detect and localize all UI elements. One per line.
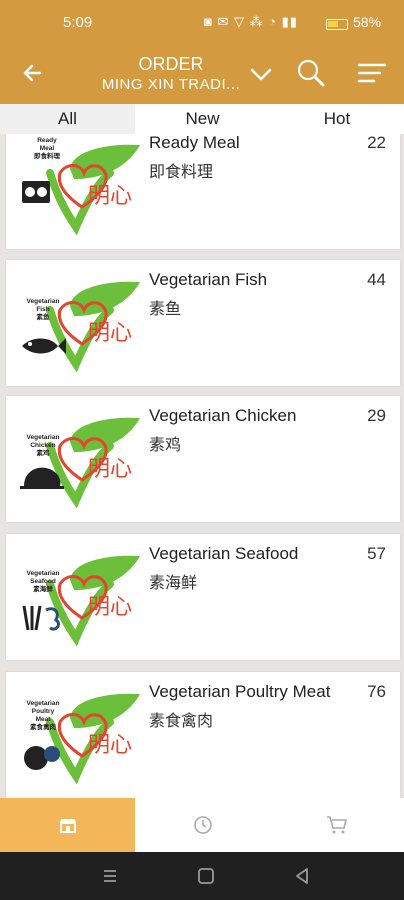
item-count: 22 [367, 134, 386, 152]
category-name: Vegetarian Chicken [149, 406, 297, 425]
item-count: 76 [367, 682, 386, 701]
category-list[interactable]: 明心 Ready Meal 即食料理 Ready Meal 即食料理 22 明心 V… [0, 134, 404, 798]
shop-title[interactable]: ORDER MING XIN TRADI... [96, 54, 246, 93]
item-count: 57 [367, 544, 386, 563]
category-name: Vegetarian Fish [149, 270, 268, 289]
list-item[interactable]: 明心 Vegetarian Chicken 素鸡 Vegetarian Chicke… [6, 396, 400, 522]
svg-text:明心: 明心 [88, 184, 132, 209]
svg-text:明心: 明心 [88, 595, 132, 620]
category-name-chinese: 即食料理 [149, 164, 214, 181]
category-name-chinese: 素鸡 [149, 437, 182, 454]
chevron-down-icon[interactable] [248, 62, 274, 86]
shop-name: MING XIN TRADI... [101, 76, 241, 93]
arrow-left-icon[interactable] [18, 58, 48, 88]
svg-text:明心: 明心 [88, 733, 132, 758]
bottom-navigation [0, 798, 404, 852]
cart-icon [327, 816, 348, 834]
page-title: ORDER [138, 54, 204, 74]
svg-text:明心: 明心 [88, 457, 132, 482]
brand-logo: 明心 [22, 281, 140, 373]
system-navigation [0, 852, 404, 900]
logo-caption: Vegetarian Poultry Meat 素食禽肉 [26, 700, 60, 731]
status-bar: 5:09 ◙ ✉ ▽ ⁂ ◔ ▮▮ 58% [0, 0, 404, 44]
logo-caption: Vegetarian Chicken 素鸡 [26, 434, 60, 457]
nav-cart-button[interactable] [270, 798, 404, 852]
list-item[interactable]: 明心 Vegetarian Poultry Meat 素食禽肉 Vegetarian … [6, 672, 400, 798]
home-icon[interactable] [194, 864, 218, 888]
nav-menu-button[interactable] [0, 798, 135, 852]
tab-new[interactable]: New [135, 104, 270, 134]
status-time: 5:09 [63, 14, 93, 31]
list-item[interactable]: 明心 Vegetarian Seafood 素海鲜 Vegetarian Seafo… [6, 534, 400, 660]
category-name: Vegetarian Poultry Meat [149, 682, 331, 701]
nav-history-button[interactable] [135, 798, 270, 852]
category-name-chinese: 素海鲜 [149, 575, 198, 592]
back-icon[interactable] [290, 864, 314, 888]
recent-apps-icon[interactable] [98, 864, 122, 888]
menu-icon[interactable] [356, 60, 388, 86]
battery-icon [326, 19, 348, 30]
list-item[interactable]: 明心 Ready Meal 即食料理 Ready Meal 即食料理 22 [6, 134, 400, 249]
category-tabs: All New Hot [0, 104, 404, 134]
logo-caption: Vegetarian Seafood 素海鲜 [26, 570, 60, 593]
category-name-chinese: 素食禽肉 [149, 713, 214, 730]
clock-icon [193, 816, 212, 834]
brand-logo: 明心 [22, 555, 140, 647]
app-bar: ORDER MING XIN TRADI... [0, 44, 404, 104]
category-name: Vegetarian Seafood [149, 544, 299, 563]
category-name-chinese: 素鱼 [149, 301, 182, 318]
item-count: 29 [367, 406, 386, 425]
tab-all[interactable]: All [0, 104, 135, 134]
battery-percent: 58% [353, 14, 382, 30]
logo-caption: Vegetarian Fish 素鱼 [26, 298, 60, 321]
logo-caption: Ready Meal 即食料理 [34, 137, 60, 160]
status-icons: ◙ ✉ ▽ ⁂ ◔ ▮▮ [204, 14, 298, 29]
brand-logo: 明心 [20, 417, 140, 509]
list-item[interactable]: 明心 Vegetarian Fish 素鱼 Vegetarian Fish 素鱼 4… [6, 260, 400, 386]
tab-hot[interactable]: Hot [270, 104, 404, 134]
category-name: Ready Meal [149, 134, 240, 152]
item-count: 44 [367, 270, 386, 289]
svg-text:明心: 明心 [88, 321, 132, 346]
store-icon [59, 819, 76, 833]
search-icon[interactable] [296, 58, 326, 88]
brand-logo: 明心 [24, 693, 140, 785]
